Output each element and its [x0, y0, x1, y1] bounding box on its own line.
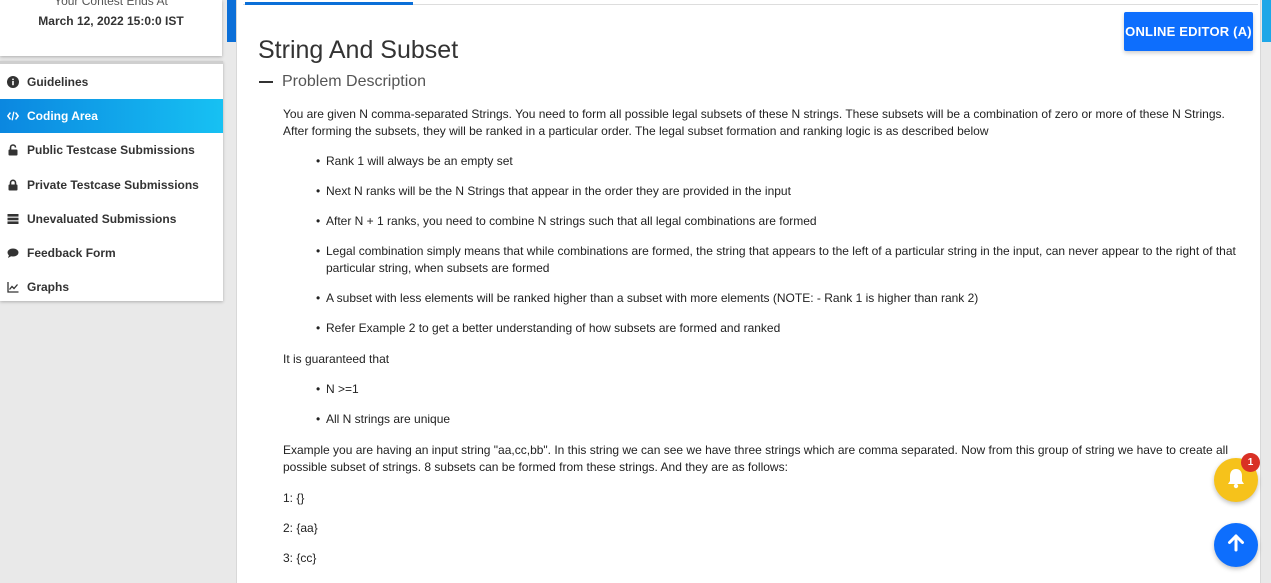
- example-line: 1: {}: [283, 491, 305, 505]
- problem-description-toggle[interactable]: Problem Description: [259, 73, 426, 91]
- list-icon: [6, 212, 20, 226]
- sidebar-item-public-testcase-submissions[interactable]: Public Testcase Submissions: [0, 133, 223, 167]
- collapse-icon: [259, 81, 273, 83]
- sidebar-item-label: Graphs: [27, 280, 70, 294]
- comment-icon: [6, 246, 20, 260]
- rules-list: Rank 1 will always be an empty set Next …: [283, 153, 1247, 337]
- contest-end-label: Your Contest Ends At: [54, 0, 168, 8]
- contest-end-date: March 12, 2022 15:0:0 IST: [38, 14, 184, 28]
- arrow-up-icon: [1226, 533, 1246, 558]
- sidebar-item-label: Feedback Form: [27, 246, 116, 260]
- problem-panel: ONLINE EDITOR (A) String And Subset Prob…: [236, 0, 1261, 583]
- list-item: Rank 1 will always be an empty set: [283, 153, 1247, 170]
- sidebar-menu: Guidelines Coding Area Public Testcase S…: [0, 61, 223, 301]
- list-item: After N + 1 ranks, you need to combine N…: [283, 213, 1247, 230]
- example-text: Example you are having an input string "…: [283, 443, 1228, 474]
- info-icon: [6, 75, 20, 89]
- lock-icon: [6, 178, 20, 192]
- chart-line-icon: [6, 280, 20, 294]
- sidebar-item-private-testcase-submissions[interactable]: Private Testcase Submissions: [0, 168, 223, 202]
- list-item: A subset with less elements will be rank…: [283, 290, 1247, 307]
- section-title: Problem Description: [282, 73, 427, 90]
- list-item: All N strings are unique: [283, 411, 1247, 428]
- sidebar-item-guidelines[interactable]: Guidelines: [0, 65, 223, 99]
- sidebar-item-label: Unevaluated Submissions: [27, 212, 177, 226]
- sidebar-item-coding-area[interactable]: Coding Area: [0, 99, 223, 133]
- sidebar-item-graphs[interactable]: Graphs: [0, 270, 223, 304]
- sidebar-item-label: Private Testcase Submissions: [27, 178, 199, 192]
- page-title: String And Subset: [258, 36, 459, 64]
- problem-intro: You are given N comma-separated Strings.…: [283, 107, 1225, 138]
- guarantees-list: N >=1 All N strings are unique: [283, 381, 1247, 428]
- tab-active-indicator: [245, 2, 413, 5]
- contest-end-card: Your Contest Ends At March 12, 2022 15:0…: [0, 0, 222, 56]
- guaranteed-label: It is guaranteed that: [283, 352, 390, 366]
- bell-icon: [1226, 467, 1246, 494]
- code-icon: [6, 109, 20, 123]
- sidebar-item-label: Guidelines: [27, 75, 89, 89]
- list-item: Next N ranks will be the N Strings that …: [283, 183, 1247, 200]
- problem-description: You are given N comma-separated Strings.…: [283, 106, 1247, 567]
- list-item: N >=1: [283, 381, 1247, 398]
- sidebar-item-unevaluated-submissions[interactable]: Unevaluated Submissions: [0, 202, 223, 236]
- notification-count-badge: 1: [1241, 453, 1260, 472]
- example-line: 3: {cc}: [283, 551, 317, 565]
- header-accent-right: [1262, 0, 1271, 42]
- sidebar-item-feedback-form[interactable]: Feedback Form: [0, 236, 223, 270]
- list-item: Refer Example 2 to get a better understa…: [283, 320, 1247, 337]
- scroll-to-top-button[interactable]: [1214, 523, 1258, 567]
- unlock-icon: [6, 143, 20, 157]
- example-line: 2: {aa}: [283, 521, 318, 535]
- online-editor-button[interactable]: ONLINE EDITOR (A): [1124, 12, 1253, 51]
- list-item: Legal combination simply means that whil…: [283, 243, 1247, 277]
- sidebar-item-label: Public Testcase Submissions: [27, 143, 195, 157]
- sidebar-item-label: Coding Area: [27, 109, 98, 123]
